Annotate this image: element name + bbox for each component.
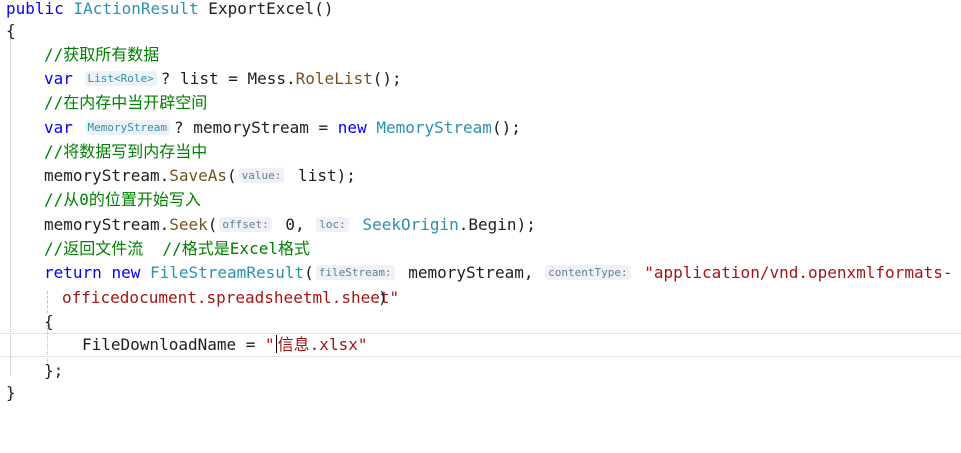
code-line[interactable]: var List<Role>? list = Mess.RoleList(); — [0, 67, 961, 91]
paren-open: ( — [227, 166, 237, 185]
code-line[interactable]: //获取所有数据 — [0, 43, 961, 67]
code-line[interactable]: //从0的位置开始写入 — [0, 188, 961, 212]
code-line-current[interactable]: FileDownloadName = " 信息.xlsx" — [0, 333, 961, 357]
string-content-type-part2: officedocument.spreadsheetml.sheet" — [62, 288, 400, 307]
call-parens: (); — [372, 69, 402, 88]
keyword-public: public — [6, 0, 64, 18]
nullable-mark: ? — [160, 69, 171, 88]
text-caret — [275, 335, 277, 353]
code-editor[interactable]: public IActionResult ExportExcel() { //获… — [0, 0, 961, 403]
seek-arg-offset: 0, — [275, 215, 315, 234]
type-memorystream: MemoryStream — [366, 118, 492, 137]
inlay-hint-loc: loc: — [316, 217, 349, 232]
ms-assignment: memoryStream = — [183, 118, 338, 137]
code-line[interactable]: public IActionResult ExportExcel() — [0, 0, 961, 21]
keyword-new: new — [111, 263, 141, 282]
code-line[interactable]: return new FileStreamResult(fileStream: … — [0, 261, 961, 285]
inlay-hint-memorystream-type: MemoryStream — [84, 120, 171, 135]
keyword-var: var — [44, 118, 73, 137]
nullable-mark: ? — [174, 118, 184, 137]
initializer-close-brace: }; — [44, 361, 64, 380]
code-line[interactable]: var MemoryStream? memoryStream = new Mem… — [0, 116, 961, 140]
code-line[interactable]: //在内存中当开辟空间 — [0, 91, 961, 115]
method-seek: Seek — [169, 215, 208, 234]
paren-open: ( — [207, 215, 218, 234]
inlay-hint-filestream: fileStream: — [315, 265, 395, 280]
method-saveas: SaveAs — [169, 166, 228, 185]
code-line[interactable]: { — [0, 19, 961, 43]
code-line[interactable]: //返回文件流 //格式是Excel格式 — [0, 237, 961, 261]
return-arg-stream: memoryStream, — [398, 263, 544, 282]
method-signature: ExportExcel() — [198, 0, 334, 18]
call-parens: (); — [491, 118, 521, 137]
code-line[interactable]: memoryStream.SaveAs(value: list); — [0, 164, 961, 188]
string-content-type-part1: "application/vnd.openxmlformats- — [634, 263, 953, 282]
list-assignment: list = Mess. — [170, 69, 296, 88]
code-line[interactable]: memoryStream.Seek(offset: 0, loc: SeekOr… — [0, 213, 961, 237]
comment-seek: //从0的位置开始写入 — [44, 190, 201, 209]
code-line[interactable]: //将数据写到内存当中 — [0, 140, 961, 164]
saveas-args: list); — [288, 166, 356, 185]
keyword-return: return — [44, 263, 102, 282]
property-filedownloadname: FileDownloadName = — [82, 335, 266, 354]
comment-return: //返回文件流 //格式是Excel格式 — [44, 239, 310, 258]
method-rolelist: RoleList — [295, 69, 373, 88]
comment-write: //将数据写到内存当中 — [44, 142, 208, 161]
seek-origin-begin: .Begin); — [458, 215, 536, 234]
paren-open: ( — [304, 263, 314, 282]
string-quote: " — [265, 335, 275, 354]
keyword-new: new — [337, 118, 367, 137]
code-line[interactable]: }; — [0, 359, 961, 383]
close-brace: } — [6, 383, 16, 402]
comment-alloc: //在内存中当开辟空间 — [44, 93, 208, 112]
open-brace: { — [6, 21, 16, 40]
code-line-wrapped[interactable]: officedocument.spreadsheetml.sheet") — [0, 286, 961, 310]
inlay-hint-contenttype: contentType: — [545, 265, 631, 280]
code-line[interactable]: { — [0, 310, 961, 334]
memorystream-ref: memoryStream. — [44, 215, 170, 234]
keyword-var: var — [44, 69, 73, 88]
type-seekorigin: SeekOrigin — [352, 215, 459, 234]
type-iactionresult: IActionResult — [73, 0, 199, 18]
code-line[interactable]: } — [0, 381, 961, 405]
initializer-open-brace: { — [44, 312, 54, 331]
comment-get-all: //获取所有数据 — [44, 45, 160, 64]
type-filestreamresult: FileStreamResult — [149, 263, 305, 282]
memorystream-ref: memoryStream. — [44, 166, 170, 185]
inlay-hint-list-type: List<Role> — [84, 71, 157, 86]
string-filename: 信息.xlsx" — [277, 335, 368, 354]
inlay-hint-offset: offset: — [219, 217, 272, 232]
inlay-hint-value: value: — [238, 168, 285, 183]
